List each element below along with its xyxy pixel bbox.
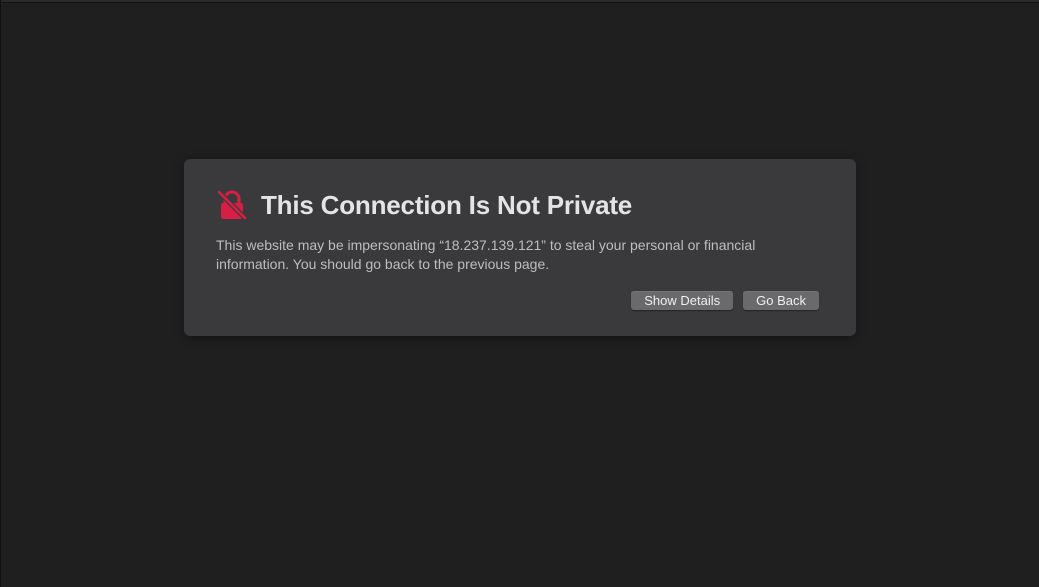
dialog-message: This website may be impersonating “18.23… bbox=[216, 237, 756, 272]
privacy-warning-dialog: This Connection Is Not Private This webs… bbox=[184, 159, 856, 336]
broken-lock-icon bbox=[216, 189, 248, 221]
dialog-header: This Connection Is Not Private bbox=[216, 189, 632, 221]
go-back-button[interactable]: Go Back bbox=[743, 291, 819, 310]
show-details-button[interactable]: Show Details bbox=[631, 291, 734, 310]
dialog-buttons: Show Details Go Back bbox=[631, 291, 819, 310]
window-top-border bbox=[0, 0, 1039, 3]
dialog-title: This Connection Is Not Private bbox=[261, 189, 633, 220]
window-left-border bbox=[0, 0, 1, 587]
